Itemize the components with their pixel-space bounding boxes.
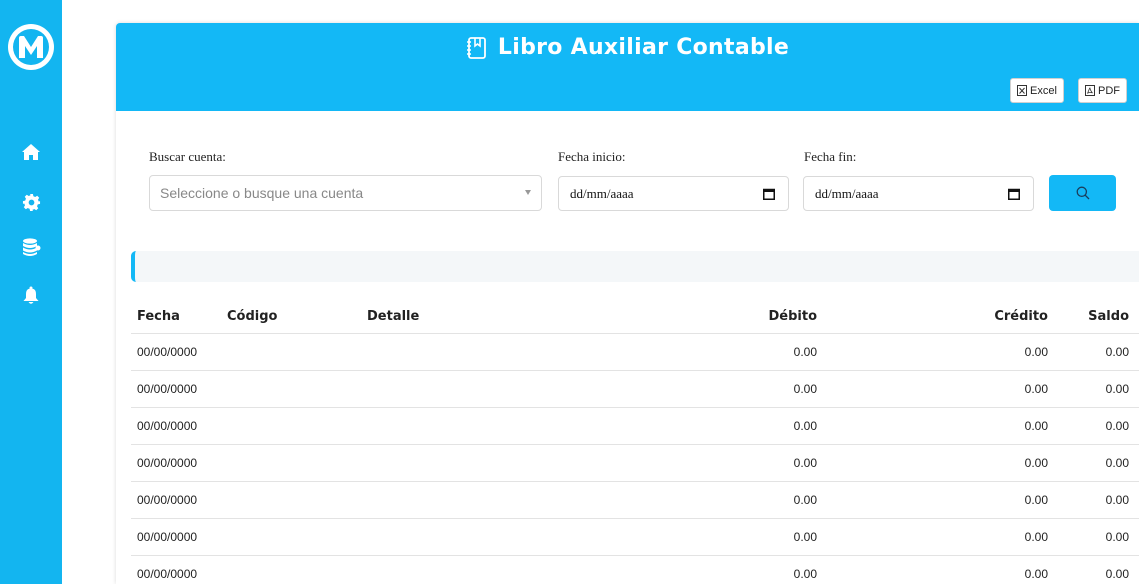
cell-codigo	[227, 407, 367, 445]
start-date-value: dd/mm/aaaa	[570, 185, 634, 201]
cell-fecha: 00/00/0000	[131, 444, 227, 482]
cell-credito: 0.00	[817, 555, 1048, 584]
excel-label: Excel	[1030, 84, 1057, 97]
cell-detalle	[367, 444, 667, 482]
cell-fecha: 00/00/0000	[131, 555, 227, 584]
bell-icon[interactable]	[20, 284, 42, 306]
column-header-saldo[interactable]: Saldo	[1048, 300, 1139, 334]
search-button[interactable]	[1049, 175, 1116, 211]
cell-saldo: 0.00	[1048, 333, 1139, 371]
pdf-label: PDF	[1098, 84, 1120, 97]
calendar-icon[interactable]	[1008, 188, 1020, 204]
cell-codigo	[227, 481, 367, 519]
cell-debito: 0.00	[667, 333, 817, 371]
cell-codigo	[227, 333, 367, 371]
account-label: Buscar cuenta:	[149, 149, 226, 164]
cell-debito: 0.00	[667, 555, 817, 584]
cell-codigo	[227, 370, 367, 408]
cell-saldo: 0.00	[1048, 518, 1139, 556]
cell-fecha: 00/00/0000	[131, 333, 227, 371]
cell-codigo	[227, 518, 367, 556]
cell-saldo: 0.00	[1048, 370, 1139, 408]
card-header: Libro Auxiliar Contable Excel PDF	[116, 23, 1139, 111]
end-date-input[interactable]: dd/mm/aaaa	[803, 176, 1034, 211]
cell-fecha: 00/00/0000	[131, 370, 227, 408]
cell-debito: 0.00	[667, 370, 817, 408]
table-row[interactable]: 00/00/0000 0.00 0.00 0.00	[131, 518, 1139, 556]
table-row[interactable]: 00/00/0000 0.00 0.00 0.00	[131, 555, 1139, 584]
search-icon	[1076, 186, 1089, 200]
cell-codigo	[227, 555, 367, 584]
cell-fecha: 00/00/0000	[131, 481, 227, 519]
export-excel-button[interactable]: Excel	[1010, 78, 1064, 103]
app-logo[interactable]	[8, 24, 54, 70]
cell-debito: 0.00	[667, 444, 817, 482]
cell-saldo: 0.00	[1048, 407, 1139, 445]
table-header-row: Fecha Código Detalle Débito Crédito Sald…	[131, 300, 1139, 334]
column-header-fecha[interactable]: Fecha	[131, 300, 227, 334]
export-pdf-button[interactable]: PDF	[1078, 78, 1127, 103]
table-row[interactable]: 00/00/0000 0.00 0.00 0.00	[131, 481, 1139, 519]
start-date-input[interactable]: dd/mm/aaaa	[558, 176, 789, 211]
column-header-credito[interactable]: Crédito	[817, 300, 1048, 334]
sidebar	[0, 0, 62, 584]
page-title: Libro Auxiliar Contable	[497, 35, 790, 60]
logo-m-icon	[19, 36, 43, 58]
chevron-down-icon	[525, 190, 531, 195]
cell-saldo: 0.00	[1048, 555, 1139, 584]
account-placeholder: Seleccione o busque una cuenta	[160, 185, 364, 201]
file-pdf-icon	[1085, 85, 1095, 96]
account-info-bar	[131, 251, 1139, 282]
home-icon[interactable]	[20, 141, 42, 163]
end-date-label: Fecha fin:	[804, 149, 857, 164]
cell-detalle	[367, 481, 667, 519]
cell-fecha: 00/00/0000	[131, 518, 227, 556]
cell-saldo: 0.00	[1048, 444, 1139, 482]
table-row[interactable]: 00/00/0000 0.00 0.00 0.00	[131, 444, 1139, 482]
column-header-codigo[interactable]: Código	[227, 300, 367, 334]
ledger-table: Fecha Código Detalle Débito Crédito Sald…	[131, 300, 1139, 584]
coins-icon[interactable]	[20, 236, 42, 258]
table-row[interactable]: 00/00/0000 0.00 0.00 0.00	[131, 333, 1139, 371]
cell-fecha: 00/00/0000	[131, 407, 227, 445]
table-row[interactable]: 00/00/0000 0.00 0.00 0.00	[131, 407, 1139, 445]
cell-debito: 0.00	[667, 518, 817, 556]
file-excel-icon	[1017, 85, 1027, 96]
cell-credito: 0.00	[817, 518, 1048, 556]
cell-credito: 0.00	[817, 444, 1048, 482]
cell-codigo	[227, 444, 367, 482]
cell-credito: 0.00	[817, 407, 1048, 445]
cell-saldo: 0.00	[1048, 481, 1139, 519]
cell-detalle	[367, 370, 667, 408]
cell-credito: 0.00	[817, 333, 1048, 371]
cell-detalle	[367, 555, 667, 584]
account-select[interactable]: Seleccione o busque una cuenta	[149, 175, 542, 211]
cell-debito: 0.00	[667, 481, 817, 519]
cell-detalle	[367, 407, 667, 445]
cell-debito: 0.00	[667, 407, 817, 445]
cell-credito: 0.00	[817, 370, 1048, 408]
column-header-detalle[interactable]: Detalle	[367, 300, 667, 334]
book-icon	[466, 36, 488, 60]
table-row[interactable]: 00/00/0000 0.00 0.00 0.00	[131, 370, 1139, 408]
start-date-label: Fecha inicio:	[558, 149, 626, 164]
column-header-debito[interactable]: Débito	[667, 300, 817, 334]
cell-detalle	[367, 333, 667, 371]
cell-credito: 0.00	[817, 481, 1048, 519]
end-date-value: dd/mm/aaaa	[815, 185, 879, 201]
cell-detalle	[367, 518, 667, 556]
ledger-card: Libro Auxiliar Contable Excel PDF Buscar…	[116, 23, 1139, 584]
calendar-icon[interactable]	[763, 188, 775, 204]
gear-icon[interactable]	[20, 191, 42, 213]
